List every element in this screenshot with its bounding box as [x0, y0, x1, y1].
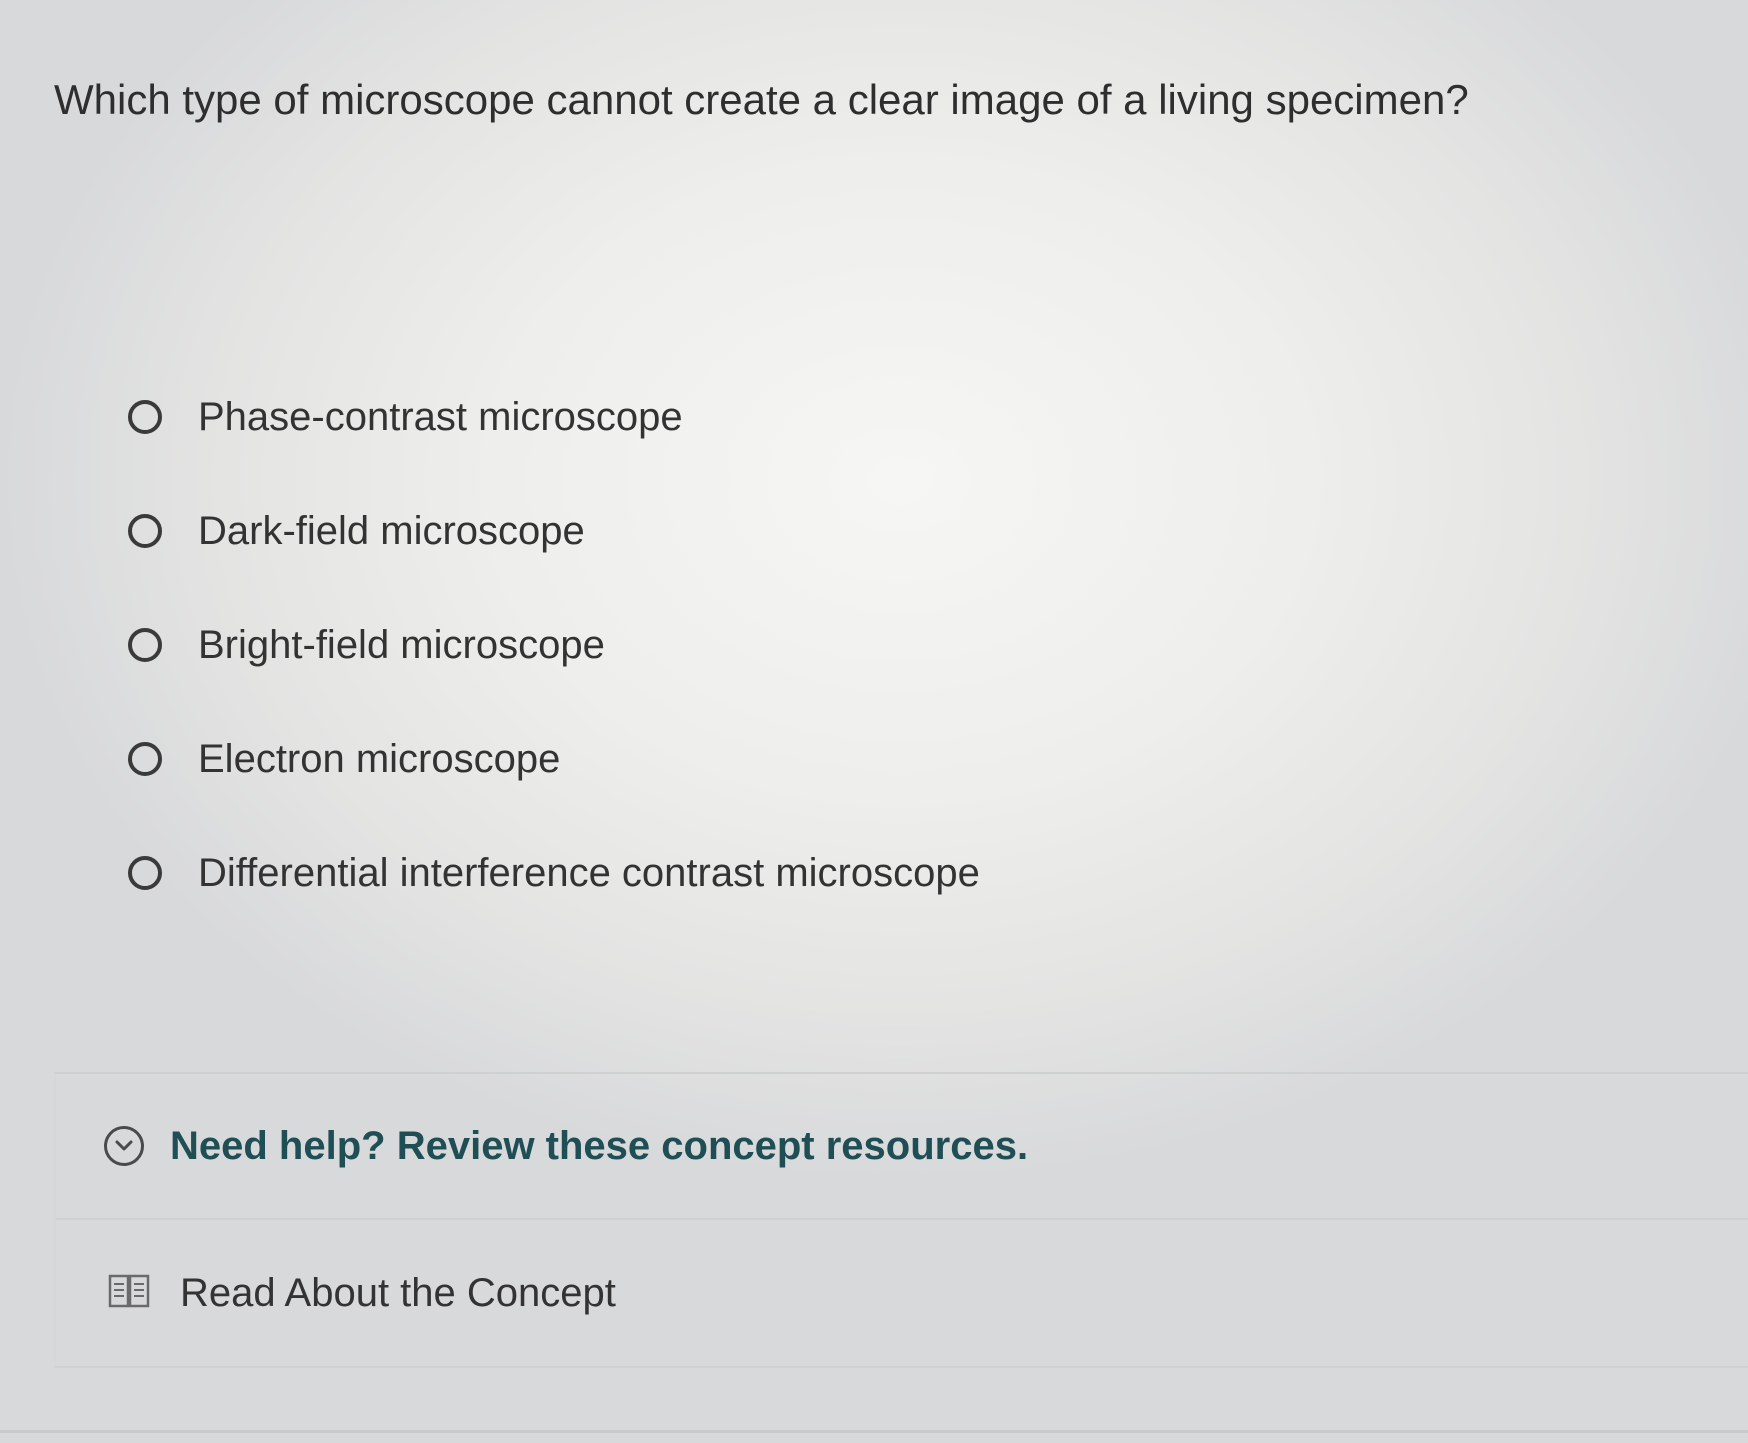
option-label: Bright-field microscope: [198, 622, 605, 667]
option-electron[interactable]: Electron microscope: [128, 702, 980, 816]
radio-button[interactable]: [128, 514, 162, 548]
option-label: Electron microscope: [198, 736, 561, 781]
bottom-divider: [0, 1430, 1748, 1433]
option-dark-field[interactable]: Dark-field microscope: [128, 474, 980, 588]
resource-read-about-concept[interactable]: Read About the Concept: [56, 1218, 1748, 1368]
radio-button[interactable]: [128, 400, 162, 434]
option-label: Dark-field microscope: [198, 508, 585, 553]
radio-button[interactable]: [128, 742, 162, 776]
help-toggle[interactable]: Need help? Review these concept resource…: [56, 1074, 1748, 1220]
option-label: Differential interference contrast micro…: [198, 850, 980, 895]
radio-button[interactable]: [128, 856, 162, 890]
option-label: Phase-contrast microscope: [198, 394, 683, 439]
question-text: Which type of microscope cannot create a…: [54, 76, 1469, 123]
option-differential-interference-contrast[interactable]: Differential interference contrast micro…: [128, 816, 980, 930]
option-phase-contrast[interactable]: Phase-contrast microscope: [128, 360, 980, 474]
answer-options: Phase-contrast microscope Dark-field mic…: [128, 360, 980, 930]
option-bright-field[interactable]: Bright-field microscope: [128, 588, 980, 702]
radio-button[interactable]: [128, 628, 162, 662]
help-panel: Need help? Review these concept resource…: [54, 1072, 1748, 1368]
resource-label[interactable]: Read About the Concept: [180, 1271, 616, 1316]
chevron-down-circle-icon[interactable]: [104, 1126, 144, 1166]
help-title: Need help? Review these concept resource…: [170, 1123, 1029, 1168]
book-icon: [108, 1273, 150, 1314]
